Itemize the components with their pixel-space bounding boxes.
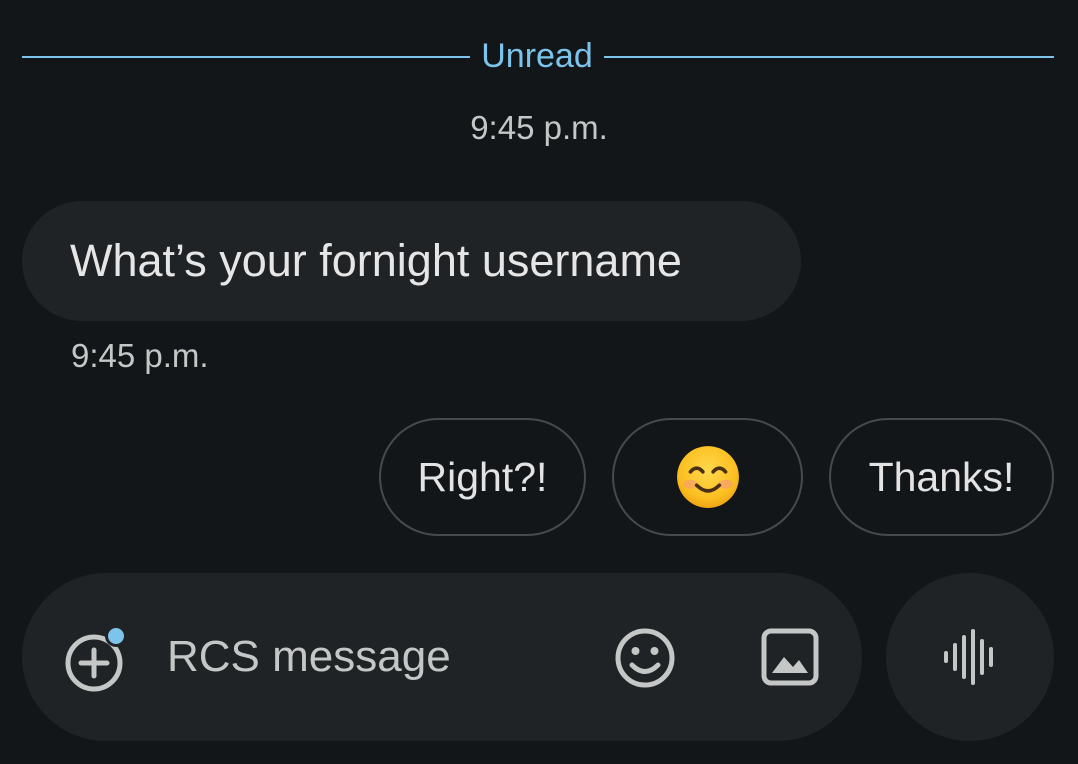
smiling-face-emoji-icon [677, 446, 739, 508]
message-input[interactable]: RCS message [167, 573, 451, 741]
gallery-icon[interactable] [758, 625, 822, 689]
notification-dot-icon [108, 628, 124, 644]
add-attachment-icon[interactable] [60, 623, 132, 695]
voice-message-icon [944, 629, 993, 685]
unread-divider-line-left [22, 56, 470, 58]
unread-divider-line-right [604, 56, 1054, 58]
smart-reply-chip-thanks[interactable]: Thanks! [829, 418, 1054, 536]
message-text: What’s your fornight username [70, 235, 682, 286]
smart-reply-chip-emoji[interactable] [612, 418, 803, 536]
unread-divider: Unread [22, 34, 1054, 78]
incoming-message-bubble[interactable]: What’s your fornight username [22, 201, 801, 321]
conversation-timestamp: 9:45 p.m. [470, 109, 608, 146]
compose-bar: RCS message [22, 573, 862, 741]
emoji-icon[interactable] [612, 625, 678, 691]
smart-reply-chip-right[interactable]: Right?! [379, 418, 586, 536]
voice-message-button[interactable] [886, 573, 1054, 741]
message-timestamp: 9:45 p.m. [71, 337, 209, 374]
unread-label: Unread [481, 37, 593, 75]
